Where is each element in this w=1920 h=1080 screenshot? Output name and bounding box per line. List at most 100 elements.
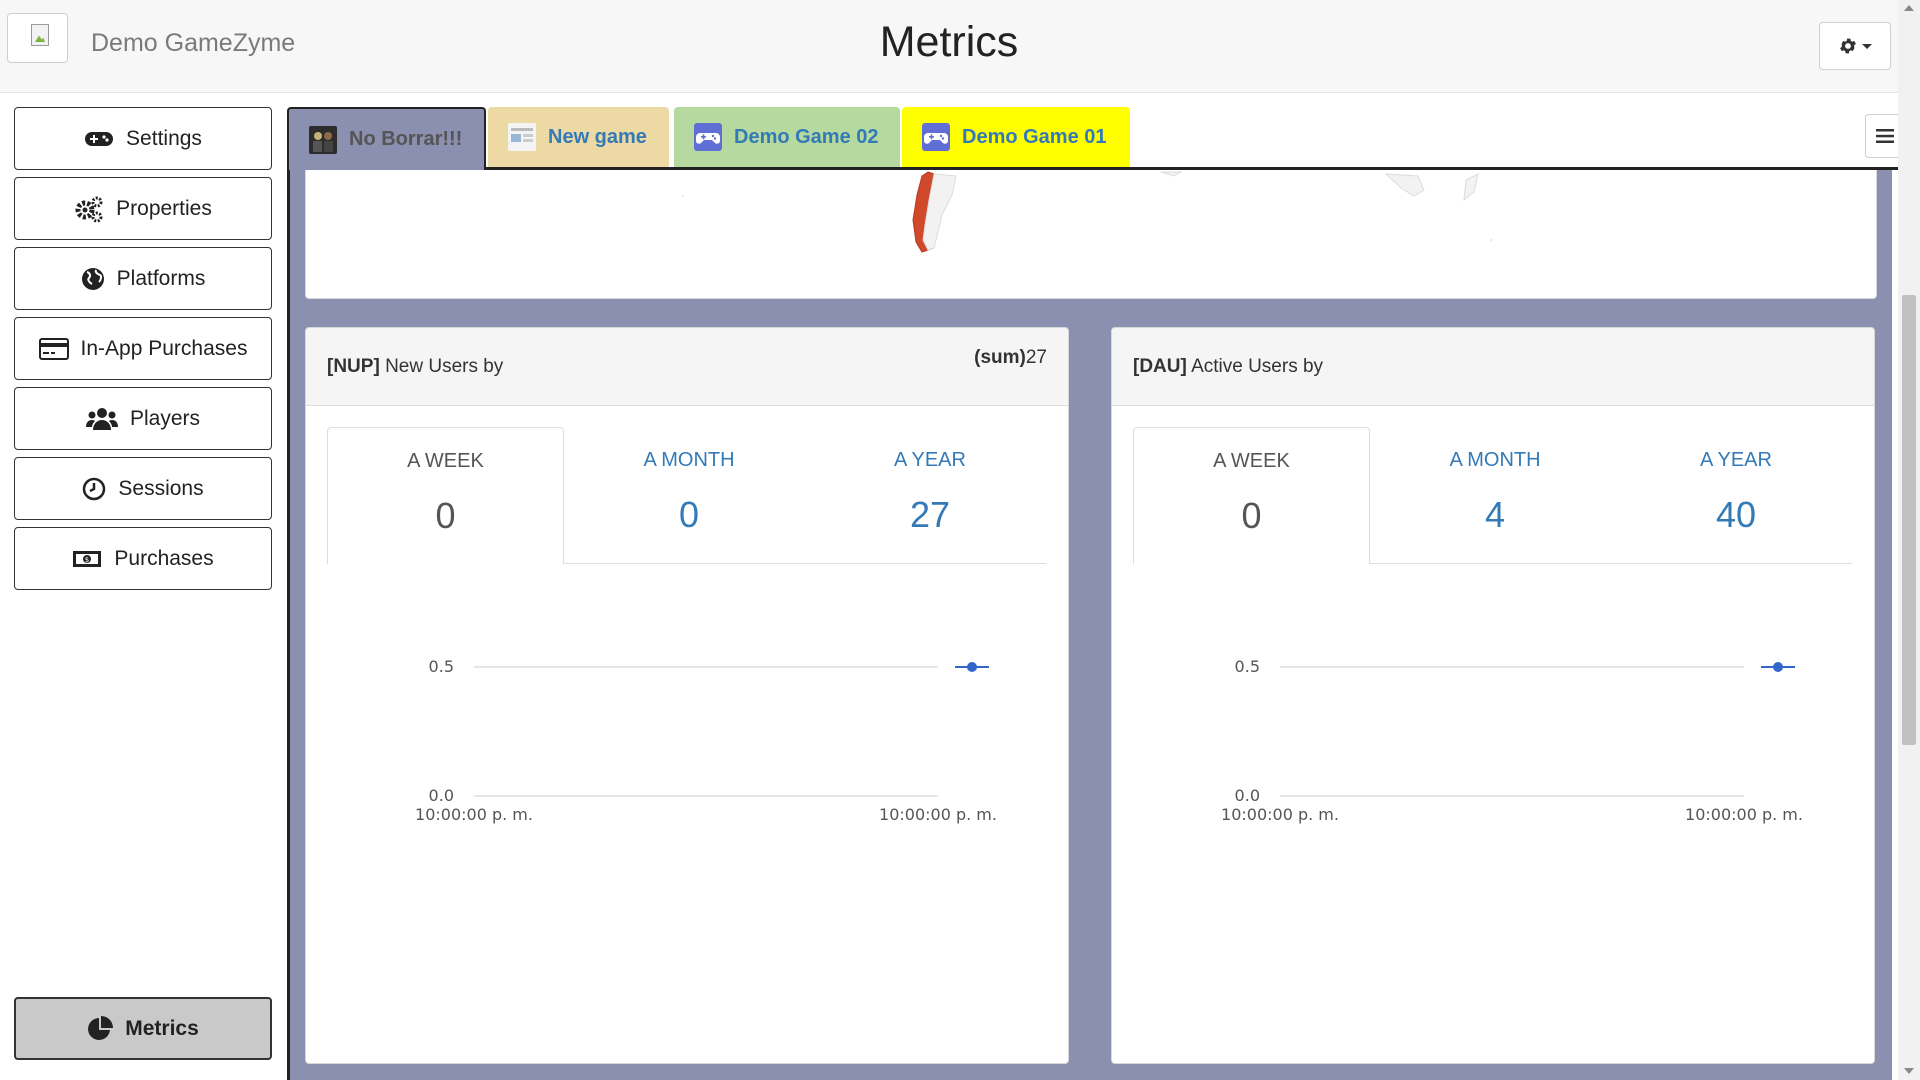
card-title: [DAU] Active Users by: [1133, 356, 1323, 378]
gamepad-icon: [922, 123, 950, 151]
world-map[interactable]: [306, 170, 1876, 298]
tab-month[interactable]: A MONTH 4: [1370, 427, 1620, 564]
y-tick-label: 0.5: [429, 657, 454, 676]
sidebar-item-purchases[interactable]: $ Purchases: [14, 527, 272, 590]
map-region-australia-nz: [1384, 173, 1479, 202]
period-value: 0: [435, 495, 456, 536]
nup-chart: 0.00.51.010:00:00 p. m.10:00:00 p. m.: [415, 657, 997, 824]
tab-label: Demo Game 02: [734, 125, 879, 148]
scroll-up-icon[interactable]: [1904, 5, 1914, 11]
period-label: A MONTH: [643, 449, 735, 471]
y-tick-label: 0.5: [1235, 657, 1260, 676]
tab-divider: [1370, 563, 1852, 564]
x-tick-label: 10:00:00 p. m.: [879, 805, 997, 824]
gear-icon: [1840, 38, 1856, 54]
gamepad-icon: [694, 123, 722, 151]
main-content: No Borrar!!! New game Demo Game 02 Demo …: [287, 93, 1905, 1080]
cogs-icon: [75, 196, 103, 222]
x-tick-label: 10:00:00 p. m.: [415, 805, 533, 824]
period-label: A YEAR: [894, 449, 966, 471]
period-label: A WEEK: [407, 450, 484, 472]
period-tabs: A WEEK 0 A MONTH 0 A YEAR 27: [327, 427, 1046, 564]
users-icon: [85, 407, 118, 430]
card-code: [NUP]: [327, 356, 380, 377]
card-title-text: New Users by: [385, 356, 504, 377]
dau-metric-card: [DAU] Active Users by A WEEK 0 A MONTH 4…: [1111, 327, 1875, 1064]
period-label: A MONTH: [1449, 449, 1541, 471]
dau-chart: 0.00.51.010:00:00 p. m.10:00:00 p. m.: [1221, 657, 1803, 824]
sum-label: (sum): [974, 347, 1026, 368]
credit-card-icon: [38, 337, 69, 360]
sidebar: Settings Properties Platforms In-App Pur…: [0, 93, 285, 1080]
period-value: 4: [1484, 494, 1506, 535]
tab-label: Demo Game 01: [962, 125, 1107, 148]
game-thumbnail-icon: [309, 125, 337, 154]
card-title-text: Active Users by: [1191, 356, 1324, 377]
sidebar-item-label: Settings: [126, 126, 202, 150]
period-tabs: A WEEK 0 A MONTH 4 A YEAR 40: [1133, 427, 1852, 564]
world-map-card: [305, 170, 1877, 299]
period-label: A WEEK: [1213, 450, 1290, 472]
tab-year[interactable]: A YEAR 40: [1620, 427, 1852, 564]
settings-dropdown-button[interactable]: [1819, 22, 1891, 70]
map-region-africa-tip: [1160, 171, 1183, 177]
tab-month[interactable]: A MONTH 0: [564, 427, 814, 564]
sidebar-item-sessions[interactable]: Sessions: [14, 457, 272, 520]
sidebar-item-properties[interactable]: Properties: [14, 177, 272, 240]
period-value: 0: [678, 494, 700, 535]
data-point: [1773, 662, 1783, 672]
data-point: [967, 662, 977, 672]
scroll-down-icon[interactable]: [1904, 1068, 1914, 1074]
tab-week[interactable]: A WEEK 0: [1133, 427, 1370, 564]
y-tick-label: 0.0: [1235, 786, 1260, 805]
game-tab-new-game[interactable]: New game: [488, 107, 669, 167]
tab-week[interactable]: A WEEK 0: [327, 427, 564, 564]
game-thumbnail-icon: [508, 123, 536, 151]
game-tab-no-borrar[interactable]: No Borrar!!!: [287, 107, 486, 170]
sidebar-item-players[interactable]: Players: [14, 387, 272, 450]
sidebar-item-label: In-App Purchases: [80, 336, 248, 360]
sidebar-item-label: Metrics: [125, 1016, 199, 1040]
card-header: [NUP] New Users by (sum)27: [306, 328, 1068, 406]
sidebar-item-settings[interactable]: Settings: [14, 107, 272, 170]
sidebar-item-label: Sessions: [118, 476, 204, 500]
period-label: A YEAR: [1700, 449, 1772, 471]
tab-year[interactable]: A YEAR 27: [814, 427, 1046, 564]
nup-metric-card: [NUP] New Users by (sum)27 A WEEK 0 A MO…: [305, 327, 1069, 1064]
card-sum: (sum)27: [974, 347, 1047, 369]
sidebar-item-label: Players: [129, 406, 201, 430]
x-tick-label: 10:00:00 p. m.: [1685, 805, 1803, 824]
tab-label: New game: [548, 125, 647, 148]
globe-icon: [81, 267, 104, 290]
sidebar-item-label: Purchases: [114, 546, 214, 570]
metrics-panel: [NUP] New Users by (sum)27 A WEEK 0 A MO…: [287, 170, 1892, 1080]
chevron-down-icon: [1862, 43, 1872, 49]
card-header: [DAU] Active Users by: [1112, 328, 1874, 406]
sidebar-item-label: Platforms: [116, 266, 206, 290]
page-title: Metrics: [879, 18, 1019, 66]
hamburger-menu-icon: [1876, 129, 1894, 143]
game-tab-demo-game-02[interactable]: Demo Game 02: [674, 107, 900, 167]
sum-value: 27: [1025, 347, 1047, 368]
pie-chart-icon: [88, 1015, 114, 1040]
svg-text:$: $: [85, 556, 89, 564]
period-value: 27: [909, 494, 951, 535]
y-tick-label: 0.0: [429, 786, 454, 805]
game-tab-demo-game-01[interactable]: Demo Game 01: [902, 107, 1130, 167]
page-scrollbar[interactable]: [1898, 0, 1920, 1080]
clock-icon: [83, 477, 106, 500]
card-code: [DAU]: [1133, 356, 1187, 377]
header-bar: Demo GameZyme Metrics: [0, 0, 1898, 93]
sidebar-item-label: Properties: [116, 196, 212, 220]
sidebar-item-in-app-purchases[interactable]: In-App Purchases: [14, 317, 272, 380]
sidebar-item-metrics[interactable]: Metrics: [14, 997, 272, 1060]
game-tab-bar: No Borrar!!! New game Demo Game 02 Demo …: [287, 107, 1898, 170]
period-value: 0: [1241, 495, 1262, 536]
period-value: 40: [1715, 494, 1757, 535]
scroll-thumb[interactable]: [1902, 295, 1916, 745]
gamepad-icon: [85, 131, 114, 146]
sidebar-item-platforms[interactable]: Platforms: [14, 247, 272, 310]
card-title: [NUP] New Users by: [327, 356, 503, 378]
x-tick-label: 10:00:00 p. m.: [1221, 805, 1339, 824]
tab-divider: [564, 563, 1046, 564]
